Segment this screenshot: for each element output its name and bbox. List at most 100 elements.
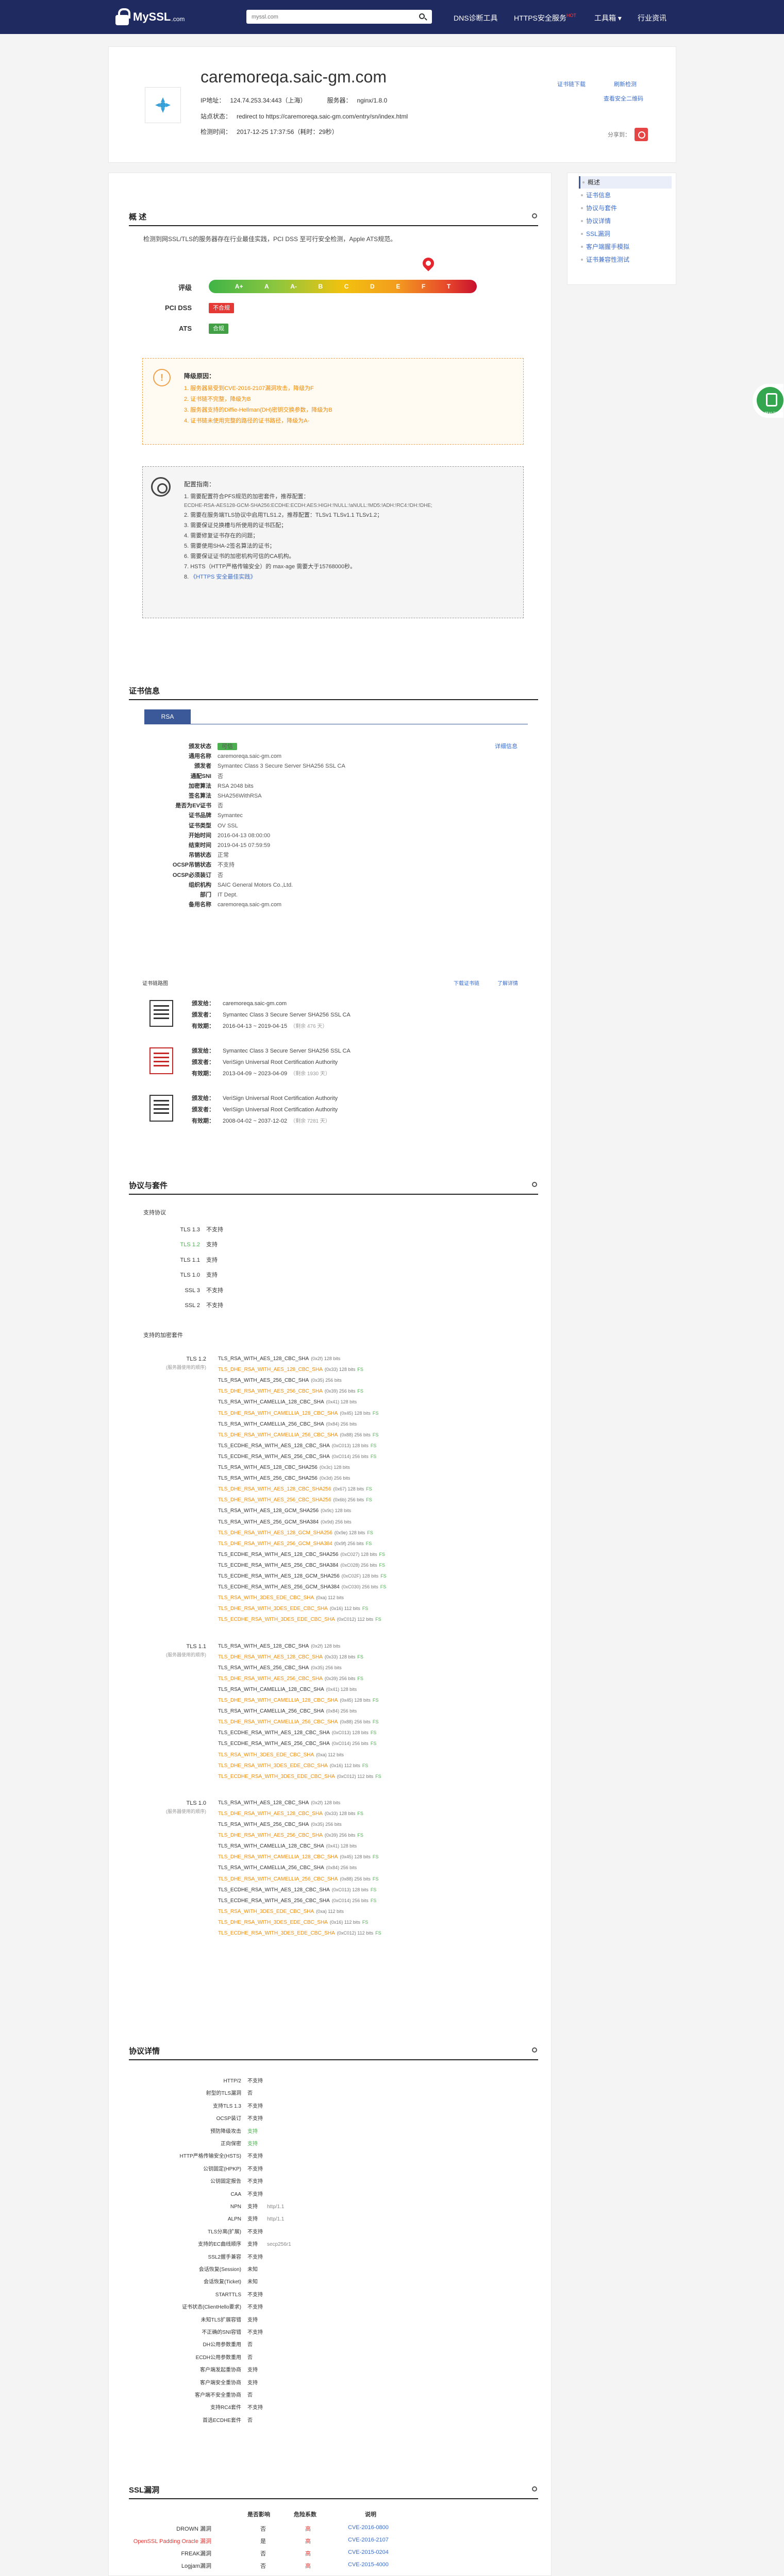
cert-info-row: 通用名称 caremoreqa.saic-gm.com <box>149 752 281 760</box>
nav-dns-tool[interactable]: DNS诊断工具 <box>454 13 498 23</box>
details-title-text: 协议详情 <box>129 2047 160 2056</box>
nav-https-label: HTTPS安全服务 <box>514 14 566 22</box>
cipher-suite-bits: (0x16) 112 bits <box>329 1606 360 1612</box>
cipher-suite-name: TLS_ECDHE_RSA_WITH_3DES_EDE_CBC_SHA <box>218 1773 335 1780</box>
cert-info-label: 组织机构 <box>189 882 211 888</box>
cert-info-row: 是否为EV证书 否 <box>149 801 223 809</box>
detail-value: 支持 <box>247 2242 258 2248</box>
collapse-icon[interactable] <box>532 1182 537 1187</box>
cipher-suite-bits: (0x35) 256 bits <box>311 1665 342 1670</box>
cert-info-row: 吊销状态 正常 <box>149 851 229 859</box>
cipher-suite-name: TLS_RSA_WITH_3DES_EDE_CBC_SHA <box>218 1752 314 1758</box>
vuln-risk: 高 <box>305 2526 311 2532</box>
cipher-suite-bits: (0xa) 112 bits <box>316 1908 344 1914</box>
cipher-suite: TLS_ECDHE_RSA_WITH_AES_256_GCM_SHA384 (0x… <box>218 1584 386 1590</box>
lock-icon <box>114 8 130 26</box>
search-input[interactable] <box>246 10 411 24</box>
site-logo[interactable]: MySSL .com <box>114 8 185 26</box>
tab-rsa[interactable]: RSA <box>144 709 191 724</box>
detail-row: ALPN 支持 http/1.1 <box>143 2214 284 2222</box>
detail-label: 未知TLS扩展容错 <box>201 2317 241 2323</box>
detail-row: 公钥固定报告 不支持 <box>143 2177 263 2184</box>
chain-download-link[interactable]: 证书链下载 <box>557 80 586 88</box>
cipher-suite-name: TLS_DHE_RSA_WITH_3DES_EDE_CBC_SHA <box>218 1762 328 1769</box>
cipher-suite-bits: (0x35) 256 bits <box>311 1378 342 1383</box>
forward-secrecy-tag: FS <box>357 1810 363 1816</box>
sidebar-item[interactable]: 证书信息 <box>579 189 672 201</box>
grade-scale-bar: A+ A A- B C D E F T <box>209 280 477 293</box>
best-practice-link[interactable]: 《HTTPS 安全最佳实践》 <box>190 574 256 580</box>
detail-label: DH公用参数重用 <box>203 2342 241 2348</box>
nav-https-service[interactable]: HTTPS安全服务HOT <box>514 13 576 23</box>
vuln-cve-link[interactable]: CVE-2016-2107 <box>348 2537 389 2543</box>
cert-section: 证书信息 <box>129 685 538 700</box>
nav-toolbox[interactable]: 工具箱 ▾ <box>594 13 622 23</box>
site-ip-line: IP地址： 124.74.253.34:443（上海） 服务器： nginx/1.8.… <box>201 96 387 105</box>
collapse-icon[interactable] <box>532 2047 537 2053</box>
grade-f: F <box>421 283 426 290</box>
cipher-suite: TLS_ECDHE_RSA_WITH_AES_256_CBC_SHA (0xC01… <box>218 1741 376 1747</box>
collapse-icon[interactable] <box>532 213 537 218</box>
cipher-suite-name: TLS_DHE_RSA_WITH_AES_256_CBC_SHA <box>218 1675 323 1682</box>
cipher-suite: TLS_ECDHE_RSA_WITH_AES_128_CBC_SHA (0xC01… <box>218 1443 376 1449</box>
overview-title: 概 述 <box>129 211 538 226</box>
protocol-name: SSL 3 <box>185 1287 200 1294</box>
sidebar-item[interactable]: 协议与套件 <box>579 202 672 214</box>
overview-title-text: 概 述 <box>129 213 147 222</box>
recheck-link[interactable]: 刷新检测 <box>614 80 637 88</box>
search-icon[interactable] <box>419 13 425 19</box>
sidebar-item[interactable]: 协议详情 <box>579 215 672 227</box>
cipher-suite: TLS_ECDHE_RSA_WITH_AES_128_CBC_SHA (0xC01… <box>218 1887 376 1893</box>
cipher-suite: TLS_RSA_WITH_AES_128_CBC_SHA (0x2f) 128 b… <box>218 1800 340 1806</box>
detail-label: CAA <box>230 2191 241 2197</box>
vuln-cve-link[interactable]: CVE-2015-4000 <box>348 2562 389 2568</box>
chain-more-link[interactable]: 了解详情 <box>497 979 518 987</box>
chain-remaining-days: （剩余 476 天） <box>290 1024 328 1029</box>
forward-secrecy-tag: FS <box>367 1530 373 1535</box>
cipher-suite-name: TLS_DHE_RSA_WITH_CAMELLIA_128_CBC_SHA <box>218 1698 338 1703</box>
ats-badge: 合规 <box>209 324 228 334</box>
detail-label: NPN <box>230 2204 241 2210</box>
detail-label: HTTP/2 <box>223 2078 241 2084</box>
cert-info-value: OV SSL <box>218 822 238 829</box>
nav-news[interactable]: 行业资讯 <box>638 13 666 23</box>
time-label: 检测时间： <box>201 128 232 135</box>
collapse-icon[interactable] <box>532 2486 537 2492</box>
cipher-suite-bits: (0xC02F) 128 bits <box>341 1573 379 1579</box>
vuln-affected: 否 <box>260 2551 266 2557</box>
config-guide-box: 配置指南： 1. 需要配置符合PFS规范的加密套件，推荐配置： ECDHE-RS… <box>142 466 524 618</box>
detail-label: 射型的TLS漏洞 <box>206 2091 241 2097</box>
cipher-suite-bits: (0x84) 256 bits <box>326 1708 357 1714</box>
sidebar-item[interactable]: SSL漏洞 <box>579 228 672 240</box>
cipher-suite-name: TLS_DHE_RSA_WITH_3DES_EDE_CBC_SHA <box>218 1919 328 1925</box>
sidebar-item[interactable]: 证书兼容性测试 <box>579 253 672 266</box>
cipher-suite-name: TLS_RSA_WITH_AES_256_CBC_SHA <box>218 1378 309 1384</box>
cipher-suite-bits: (0xC013) 128 bits <box>331 1443 369 1448</box>
sidebar-item[interactable]: 概述 <box>579 176 672 189</box>
sidebar-item[interactable]: 客户端握手模拟 <box>579 241 672 253</box>
vuln-cve-link[interactable]: CVE-2016-0800 <box>348 2524 389 2531</box>
cipher-suite-bits: (0xC012) 112 bits <box>337 1773 374 1779</box>
protocol-name: TLS 1.1 <box>180 1257 200 1263</box>
cipher-suite-name: TLS_ECDHE_RSA_WITH_AES_256_CBC_SHA <box>218 1453 330 1460</box>
detail-row: 射型的TLS漏洞否 <box>143 2089 253 2096</box>
vuln-cve-link[interactable]: CVE-2015-0204 <box>348 2549 389 2555</box>
detail-label: ECDH公用参数重用 <box>195 2354 241 2361</box>
suite-order-note: (服务器使用的顺序) <box>166 1365 206 1370</box>
cipher-suite-name: TLS_RSA_WITH_AES_256_GCM_SHA384 <box>218 1519 319 1525</box>
forward-secrecy-tag: FS <box>362 1762 369 1768</box>
cipher-suite: TLS_DHE_RSA_WITH_AES_256_CBC_SHA (0x39) 2… <box>218 1388 363 1394</box>
config-item: 4. 需要修复证书存在的问题； <box>184 533 259 539</box>
detail-value: 支持 <box>247 2128 258 2134</box>
weibo-share-icon[interactable] <box>635 128 648 141</box>
cipher-suite: TLS_RSA_WITH_3DES_EDE_CBC_SHA (0xa) 112 b… <box>218 1752 344 1758</box>
chain-download-button[interactable]: 下载证书链 <box>454 979 479 987</box>
cipher-suite: TLS_DHE_RSA_WITH_CAMELLIA_256_CBC_SHA (0x… <box>218 1719 378 1725</box>
cert-detail-link[interactable]: 详细信息 <box>495 742 518 750</box>
chain-label: 颁发者： <box>192 1107 214 1113</box>
cipher-suite-name: TLS_RSA_WITH_AES_256_CBC_SHA <box>218 1665 309 1671</box>
cipher-suite-bits: (0x39) 256 bits <box>324 1388 356 1394</box>
detail-row: 公钥固定(HPKP) 不支持 <box>143 2164 263 2172</box>
detail-value: 支持 <box>247 2380 258 2386</box>
qr-code-link[interactable]: 查看安全二维码 <box>604 94 643 103</box>
